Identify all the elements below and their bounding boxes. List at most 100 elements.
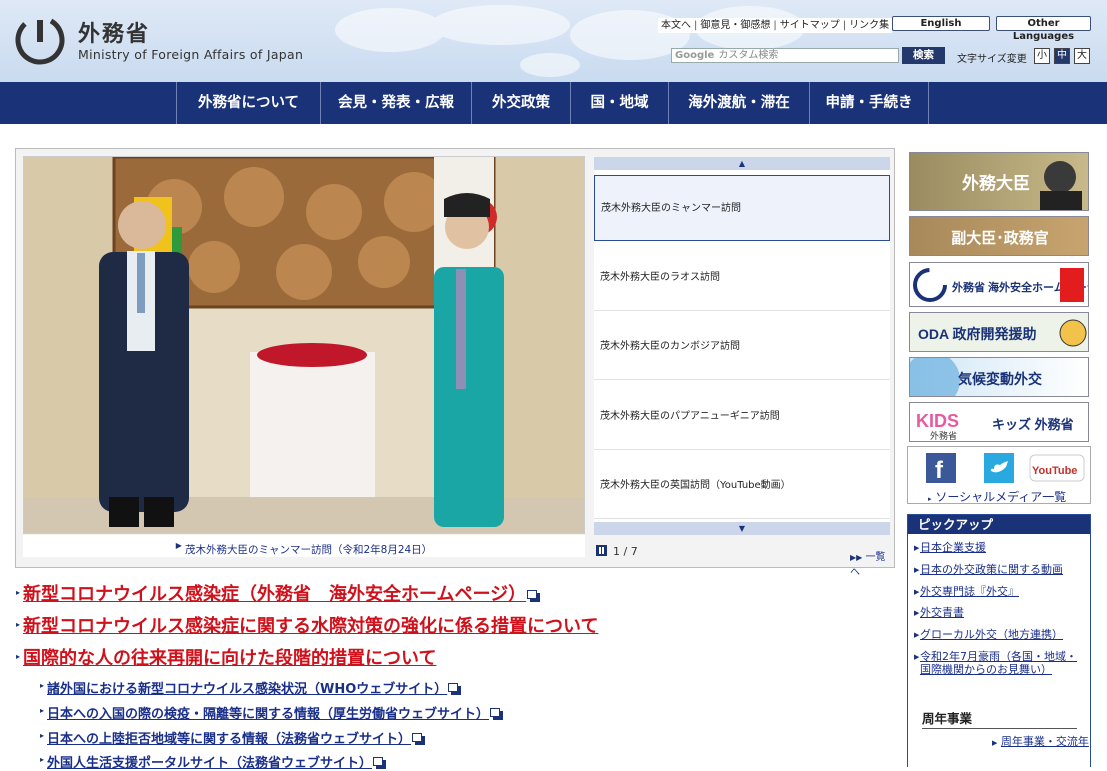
util-link-links[interactable]: リンク集 — [849, 20, 889, 31]
utility-links: 本文へ | 御意見・御感想 | サイトマップ | リンク集 — [658, 18, 893, 33]
minor-link-4[interactable]: ▸ 外国人生活支援ポータルサイト（法務省ウェブサイト） — [40, 752, 387, 771]
major-link-2-text[interactable]: 新型コロナウイルス感染症に関する水際対策の強化に係る措置について — [23, 616, 598, 637]
slideshow-caption[interactable]: ▶ 茂木外務大臣のミャンマー訪問（令和2年8月24日） — [23, 535, 585, 557]
youtube-icon[interactable]: YouTube — [1029, 454, 1085, 482]
list-arrow-icon: ▶▶ — [850, 553, 863, 562]
banner-climate[interactable]: 気候変動外交 — [909, 357, 1089, 397]
pickup-item-3[interactable]: ▶ 外交専門誌『外交』 — [914, 585, 1080, 598]
search-placeholder: カスタム検索 — [718, 50, 779, 61]
bullet-icon: ▸ — [40, 706, 45, 715]
anniversary-link[interactable]: ▶ 周年事業・交流年 — [992, 733, 1089, 749]
slideshow-list: ▲ 茂木外務大臣のミャンマー訪問 茂木外務大臣のラオス訪問 茂木外務大臣のカンボ… — [594, 157, 890, 535]
slide-item-3[interactable]: 茂木外務大臣のカンボジア訪問 — [594, 314, 890, 380]
pickup-item-4[interactable]: ▶ 外交青書 — [914, 606, 1080, 619]
other-languages-button[interactable]: Other Languages — [996, 16, 1091, 42]
mofa-logo-icon[interactable] — [14, 14, 66, 66]
vice-minister-banner-art: 副大臣･政務官 — [951, 229, 1049, 247]
external-link-icon — [373, 757, 387, 769]
nav-about[interactable]: 外務省について — [176, 82, 320, 124]
external-link-icon — [448, 683, 462, 695]
svg-text:YouTube: YouTube — [1032, 465, 1077, 477]
util-link-feedback[interactable]: 御意見・御感想 — [700, 20, 770, 31]
nav-policy[interactable]: 外交政策 — [471, 82, 570, 124]
english-button[interactable]: English — [892, 16, 990, 31]
social-media-link[interactable]: ▸ ソーシャルメディア一覧 — [928, 488, 1066, 505]
banner-overseas-safety[interactable]: 外務省 海外安全ホームページ — [909, 262, 1089, 307]
major-link-2[interactable]: ▸ 新型コロナウイルス感染症に関する水際対策の強化に係る措置について — [16, 612, 598, 638]
minor-link-1-text[interactable]: 諸外国における新型コロナウイルス感染状況（WHOウェブサイト） — [47, 682, 447, 697]
minor-link-2-text[interactable]: 日本への入国の際の検疫・隔離等に関する情報（厚生労働省ウェブサイト） — [47, 707, 489, 722]
util-link-main[interactable]: 本文へ — [661, 20, 691, 31]
bullet-icon: ▸ — [16, 652, 21, 661]
slideshow: ▶ 茂木外務大臣のミャンマー訪問（令和2年8月24日） ▲ 茂木外務大臣のミャンマ… — [15, 148, 895, 578]
major-link-3[interactable]: ▸ 国際的な人の往来再開に向けた段階的措置について — [16, 644, 436, 670]
banner-kids[interactable]: KIDS 外務省 キッズ 外務省 — [909, 402, 1089, 442]
minor-link-3-text[interactable]: 日本への上陸拒否地域等に関する情報（法務省ウェブサイト） — [47, 732, 411, 747]
pause-icon[interactable] — [596, 545, 607, 556]
pickup-item-5[interactable]: ▶ グローカル外交（地方連携） — [914, 628, 1080, 641]
search-input[interactable]: Google カスタム検索 — [671, 48, 899, 63]
banner-oda[interactable]: ODA 政府開発援助 — [909, 312, 1089, 352]
caption-bullet-icon: ▶ — [175, 541, 182, 550]
banner-vice-label: 副大臣･政務官 — [951, 229, 1049, 247]
minor-link-4-text[interactable]: 外国人生活支援ポータルサイト（法務省ウェブサイト） — [47, 756, 372, 771]
slide-item-1[interactable]: 茂木外務大臣のミャンマー訪問 — [594, 175, 890, 241]
banner-vice-minister[interactable]: 副大臣･政務官 — [909, 216, 1089, 256]
global-nav: 外務省について 会見・発表・広報 外交政策 国・地域 海外渡航・滞在 申請・手続… — [0, 82, 1107, 124]
nav-press[interactable]: 会見・発表・広報 — [320, 82, 471, 124]
fontsize-medium-button[interactable]: 中 — [1054, 48, 1070, 64]
search-button[interactable]: 検索 — [902, 47, 945, 64]
overseas-safety-banner-art: 外務省 海外安全ホームページ — [913, 268, 1088, 302]
external-link-icon — [412, 733, 426, 745]
site-header: 外務省 Ministry of Foreign Affairs of Japan… — [0, 0, 1107, 82]
external-link-icon — [490, 708, 504, 720]
nav-procedures[interactable]: 申請・手続き — [809, 82, 929, 124]
slideshow-photo[interactable] — [23, 156, 585, 534]
banner-oda-label: ODA 政府開発援助 — [918, 326, 1036, 342]
kids-logo-text: KIDS — [916, 411, 959, 431]
pickup-item-6[interactable]: ▶ 令和2年7月豪雨（各国・地域・国際機関からのお見舞い） — [914, 650, 1080, 676]
fontsize-large-button[interactable]: 大 — [1074, 48, 1090, 64]
social-link-text[interactable]: ソーシャルメディア一覧 — [935, 490, 1066, 504]
logo-title-jp[interactable]: 外務省 — [78, 16, 150, 48]
world-map-background — [335, 5, 805, 77]
bullet-icon: ▸ — [40, 731, 45, 740]
bullet-icon: ▸ — [40, 755, 45, 764]
nav-regions[interactable]: 国・地域 — [570, 82, 668, 124]
banner-minister[interactable]: 外務大臣 — [909, 152, 1089, 211]
major-link-1[interactable]: ▸ 新型コロナウイルス感染症（外務省 海外安全ホームページ） — [16, 580, 541, 606]
external-link-icon — [527, 590, 541, 602]
banner-minister-label: 外務大臣 — [962, 173, 1030, 193]
twitter-icon[interactable] — [984, 453, 1014, 483]
minor-link-3[interactable]: ▸ 日本への上陸拒否地域等に関する情報（法務省ウェブサイト） — [40, 728, 426, 747]
minister-banner-art: 外務大臣 — [962, 161, 1082, 210]
photo-illustration — [24, 157, 584, 533]
pickup-box: ピックアップ ▶ 日本企業支援 ▶ 日本の外交政策に関する動画 ▶ 外交専門誌『外交』… — [907, 514, 1091, 767]
pickup-item-2[interactable]: ▶ 日本の外交政策に関する動画 — [914, 563, 1080, 576]
minor-link-1[interactable]: ▸ 諸外国における新型コロナウイルス感染状況（WHOウェブサイト） — [40, 678, 462, 697]
pickup-bullet-icon: ▶ — [914, 653, 920, 661]
social-icons: f YouTube — [926, 453, 1085, 484]
pickup-bullet-icon: ▶ — [914, 609, 920, 617]
logo-title-en[interactable]: Ministry of Foreign Affairs of Japan — [78, 47, 303, 62]
slide-item-2[interactable]: 茂木外務大臣のラオス訪問 — [594, 245, 890, 311]
pickup-item-1[interactable]: ▶ 日本企業支援 — [914, 541, 1080, 554]
minor-link-2[interactable]: ▸ 日本への入国の際の検疫・隔離等に関する情報（厚生労働省ウェブサイト） — [40, 703, 504, 722]
facebook-icon[interactable]: f — [926, 453, 956, 484]
nav-travel[interactable]: 海外渡航・滞在 — [668, 82, 809, 124]
bullet-icon: ▸ — [16, 620, 21, 629]
kids-logo-sub: 外務省 — [930, 430, 957, 441]
caption-link[interactable]: 茂木外務大臣のミャンマー訪問（令和2年8月24日） — [185, 544, 432, 556]
anniv-bullet-icon: ▶ — [992, 739, 998, 747]
pickup-bullet-icon: ▶ — [914, 631, 920, 639]
pickup-bullet-icon: ▶ — [914, 544, 920, 552]
scroll-down-icon[interactable]: ▼ — [594, 522, 890, 535]
util-link-sitemap[interactable]: サイトマップ — [780, 20, 840, 31]
slide-item-5[interactable]: 茂木外務大臣の英国訪問（YouTube動画） — [594, 453, 890, 519]
scroll-up-icon[interactable]: ▲ — [594, 157, 890, 170]
slideshow-list-link[interactable]: ▶▶ 一覧へ — [850, 548, 894, 578]
fontsize-small-button[interactable]: 小 — [1034, 48, 1050, 64]
major-link-1-text[interactable]: 新型コロナウイルス感染症（外務省 海外安全ホームページ） — [23, 584, 526, 605]
major-link-3-text[interactable]: 国際的な人の往来再開に向けた段階的措置について — [23, 648, 436, 669]
slide-item-4[interactable]: 茂木外務大臣のパプアニューギニア訪問 — [594, 384, 890, 450]
